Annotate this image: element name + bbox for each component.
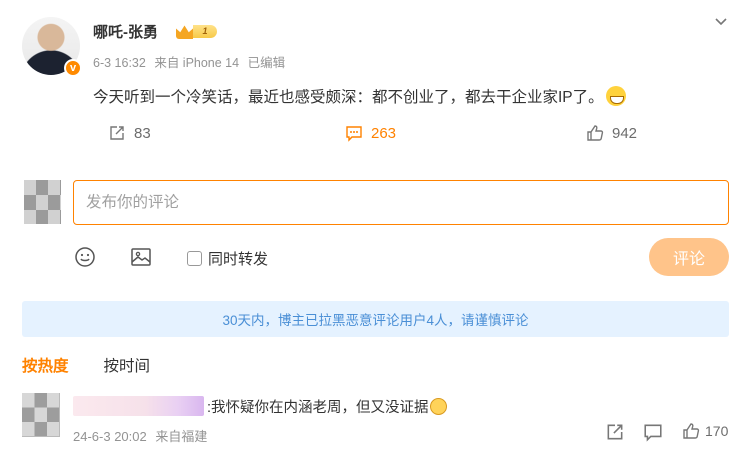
thumbs-up-icon — [683, 423, 700, 439]
repost-checkbox[interactable]: 同时转发 — [187, 248, 268, 269]
comment-like-button[interactable]: 170 — [682, 422, 728, 440]
current-user-avatar — [24, 180, 61, 224]
cat-emoji-icon — [429, 398, 447, 415]
comment-like-count: 170 — [705, 423, 729, 439]
repost-count: 83 — [134, 124, 151, 142]
comment-button[interactable]: 263 — [345, 121, 396, 145]
like-button[interactable]: 942 — [586, 121, 637, 145]
post-actions: 83 263 942 — [0, 121, 750, 145]
author-avatar[interactable]: v — [22, 17, 82, 77]
author-name[interactable]: 哪吒-张勇 — [93, 21, 158, 42]
comment-actions: 170 — [0, 422, 750, 444]
comment-input[interactable] — [73, 180, 729, 225]
comment-sort-tabs: 按热度 按时间 — [22, 354, 150, 376]
submit-comment-button[interactable]: 评论 — [649, 238, 729, 276]
comment-text: :我怀疑你在内涵老周，但又没证据 — [207, 396, 447, 417]
post-source: 来自 iPhone 14 — [154, 56, 240, 70]
emoji-icon[interactable] — [73, 245, 97, 269]
post-meta: 6-3 16:32 来自 iPhone 14 已编辑 — [93, 52, 290, 71]
repost-checkbox-label: 同时转发 — [208, 251, 269, 268]
image-icon[interactable] — [129, 245, 153, 269]
repost-icon[interactable] — [605, 422, 625, 442]
level-number: 1 — [193, 25, 217, 38]
level-badge[interactable]: 1 — [176, 24, 218, 39]
tab-sort-time[interactable]: 按时间 — [104, 354, 151, 376]
verified-badge-icon: v — [64, 59, 82, 77]
post-text: 今天听到一个冷笑话，最近也感受颇深：都不创业了，都去干企业家IP了。 — [93, 85, 626, 107]
crown-icon — [176, 25, 193, 39]
post-text-content: 今天听到一个冷笑话，最近也感受颇深：都不创业了，都去干企业家IP了。 — [93, 89, 604, 106]
chevron-down-icon[interactable] — [714, 15, 728, 29]
comment-count: 263 — [371, 124, 397, 142]
grin-icon — [605, 86, 626, 106]
thumbs-up-icon — [587, 125, 604, 141]
composer-toolbar: 同时转发 评论 — [0, 238, 750, 276]
comment-icon — [346, 126, 362, 142]
moderation-notice: 30天内，博主已拉黑恶意评论用户4人，请谨慎评论 — [22, 301, 729, 337]
post-edited[interactable]: 已编辑 — [248, 56, 286, 70]
like-count: 942 — [612, 124, 638, 142]
reply-icon[interactable] — [643, 422, 663, 442]
comment-text-content: :我怀疑你在内涵老周，但又没证据 — [207, 400, 429, 416]
checkbox[interactable] — [187, 251, 202, 266]
repost-icon — [110, 126, 124, 140]
commenter-name-blurred[interactable] — [73, 396, 204, 416]
post-date[interactable]: 6-3 16:32 — [93, 56, 146, 70]
tab-sort-hot[interactable]: 按热度 — [22, 354, 69, 376]
repost-button[interactable]: 83 — [108, 121, 151, 145]
